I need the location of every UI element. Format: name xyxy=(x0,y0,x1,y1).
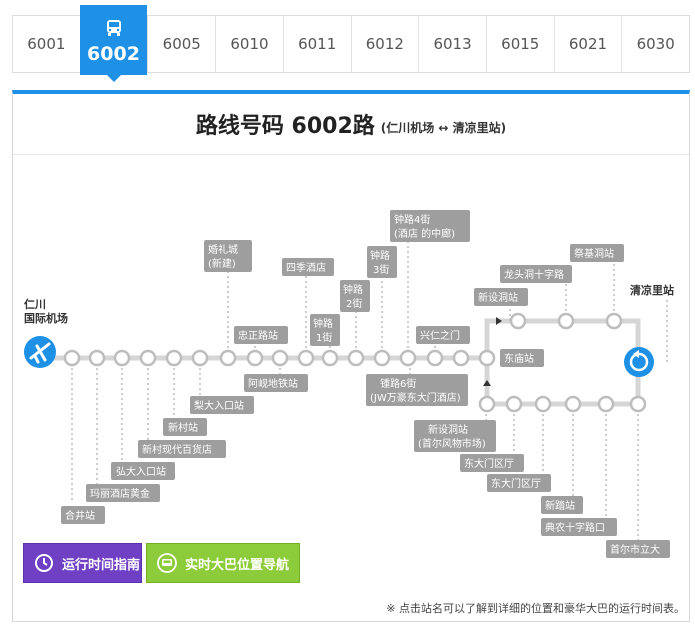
station-dot[interactable] xyxy=(629,395,647,413)
svg-text:(酒店 的中廊): (酒店 的中廊) xyxy=(394,227,455,240)
timetable-button[interactable]: 运行时间指南 xyxy=(23,543,142,583)
station-label-s9[interactable]: 阿岘地铁站 xyxy=(244,374,308,392)
realtime-bus-button[interactable]: 实时大巴位置导航 xyxy=(146,543,300,583)
station-dot[interactable] xyxy=(297,349,315,367)
station-dot[interactable] xyxy=(478,395,496,413)
station-label-s18[interactable]: 新设洞站 xyxy=(474,288,528,306)
station-label-s10[interactable]: 四季酒店 xyxy=(282,258,334,276)
station-dot[interactable] xyxy=(271,349,289,367)
station-label-s1[interactable]: 合井站 xyxy=(61,506,105,524)
clock-icon xyxy=(34,553,54,573)
station-dot[interactable] xyxy=(373,349,391,367)
svg-text:祭基洞站: 祭基洞站 xyxy=(574,247,614,260)
station-dot[interactable] xyxy=(478,349,496,367)
station-dot[interactable] xyxy=(564,395,582,413)
svg-text:阿岘地铁站: 阿岘地铁站 xyxy=(248,377,298,390)
svg-text:兴仁之门: 兴仁之门 xyxy=(420,329,460,342)
svg-text:2街: 2街 xyxy=(346,297,362,310)
airplane-icon[interactable] xyxy=(24,336,56,368)
svg-text:忠正路站: 忠正路站 xyxy=(238,329,278,342)
station-dot[interactable] xyxy=(139,349,157,367)
svg-text:东大门区厅: 东大门区厅 xyxy=(464,457,514,470)
station-label-s3[interactable]: 弘大入口站 xyxy=(111,462,175,480)
svg-text:新设洞站: 新设洞站 xyxy=(428,423,468,436)
svg-text:(新建): (新建) xyxy=(208,257,236,270)
station-label-s21[interactable]: 新设洞站(首尔风物市场) xyxy=(414,420,496,452)
svg-text:婚礼城: 婚礼城 xyxy=(208,243,238,256)
svg-text:首尔市立大: 首尔市立大 xyxy=(610,543,660,556)
station-label-s5[interactable]: 新村站 xyxy=(163,418,207,436)
station-dot[interactable] xyxy=(246,349,264,367)
station-dot[interactable] xyxy=(452,349,470,367)
svg-text:锺路6街: 锺路6街 xyxy=(380,377,416,390)
station-label-s24[interactable]: 新踏站 xyxy=(541,496,583,514)
station-dot[interactable] xyxy=(321,349,339,367)
station-dot[interactable] xyxy=(557,312,575,330)
svg-text:(JW万豪东大门酒店): (JW万豪东大门酒店) xyxy=(370,391,461,404)
station-label-s8[interactable]: 忠正路站 xyxy=(234,326,288,344)
station-dot[interactable] xyxy=(605,312,623,330)
station-dot[interactable] xyxy=(347,349,365,367)
station-dot[interactable] xyxy=(219,349,237,367)
station-label-s17[interactable]: 东庙站 xyxy=(500,349,544,367)
station-label-s26[interactable]: 首尔市立大 xyxy=(606,540,670,558)
loop-arrow-icon[interactable] xyxy=(624,347,654,377)
svg-text:新设洞站: 新设洞站 xyxy=(478,291,518,304)
svg-text:3街: 3街 xyxy=(373,263,389,276)
svg-text:东大门区厅: 东大门区厅 xyxy=(491,477,541,490)
svg-text:合井站: 合井站 xyxy=(65,509,95,522)
station-dot[interactable] xyxy=(165,349,183,367)
svg-text:四季酒店: 四季酒店 xyxy=(286,261,326,274)
svg-text:弘大入口站: 弘大入口站 xyxy=(116,465,166,478)
svg-text:玛丽酒店黄金: 玛丽酒店黄金 xyxy=(90,487,150,500)
footnote: ※ 点击站名可以了解到详细的位置和豪华大巴的运行时间表。 xyxy=(386,602,685,615)
station-label-s22[interactable]: 东大门区厅 xyxy=(460,454,524,472)
svg-text:(首尔风物市场): (首尔风物市场) xyxy=(418,437,486,450)
start-terminal-line2[interactable]: 国际机场 xyxy=(24,311,68,325)
station-label-s14[interactable]: 钟路4街(酒店 的中廊) xyxy=(390,210,470,242)
station-label-s19[interactable]: 龙头洞十字路 xyxy=(500,265,572,283)
station-dot[interactable] xyxy=(505,395,523,413)
station-label-s4[interactable]: 新村现代百货店 xyxy=(138,440,226,458)
bus-badge-icon xyxy=(157,553,177,573)
station-label-s16[interactable]: 兴仁之门 xyxy=(416,326,470,344)
station-label-s23[interactable]: 东大门区厅 xyxy=(487,474,551,492)
svg-text:新踏站: 新踏站 xyxy=(545,499,575,512)
start-terminal-line1[interactable]: 仁川 xyxy=(24,297,46,311)
svg-text:龙头洞十字路: 龙头洞十字路 xyxy=(504,268,564,281)
station-label-s15[interactable]: 锺路6街(JW万豪东大门酒店) xyxy=(366,374,468,406)
svg-text:钟路: 钟路 xyxy=(313,317,333,330)
station-dot[interactable] xyxy=(426,349,444,367)
svg-text:典农十字路口: 典农十字路口 xyxy=(545,521,605,534)
station-label-s20[interactable]: 祭基洞站 xyxy=(570,244,624,262)
end-terminal[interactable]: 清凉里站 xyxy=(630,283,674,297)
svg-text:钟路4街: 钟路4街 xyxy=(394,213,430,226)
timetable-button-label: 运行时间指南 xyxy=(62,557,141,573)
svg-text:东庙站: 东庙站 xyxy=(504,352,534,365)
station-dot[interactable] xyxy=(399,349,417,367)
svg-text:钟路: 钟路 xyxy=(343,283,363,296)
station-label-s11[interactable]: 钟路1街 xyxy=(310,314,340,346)
station-label-s2[interactable]: 玛丽酒店黄金 xyxy=(86,484,160,502)
svg-text:钟路: 钟路 xyxy=(370,249,390,262)
svg-text:新村现代百货店: 新村现代百货店 xyxy=(142,443,212,456)
station-dot[interactable] xyxy=(88,349,106,367)
station-label-s13[interactable]: 钟路3街 xyxy=(367,246,397,278)
station-dot[interactable] xyxy=(509,312,527,330)
station-label-s25[interactable]: 典农十字路口 xyxy=(541,518,617,536)
station-dot[interactable] xyxy=(191,349,209,367)
realtime-bus-button-label: 实时大巴位置导航 xyxy=(185,557,290,573)
station-label-s7[interactable]: 婚礼城(新建) xyxy=(204,240,252,272)
route-map: .line{stroke:#d6d6d6;stroke-width:5;fill… xyxy=(24,210,674,558)
station-label-s6[interactable]: 梨大入口站 xyxy=(190,396,254,414)
station-dot[interactable] xyxy=(597,395,615,413)
svg-text:新村站: 新村站 xyxy=(168,421,198,434)
svg-text:1街: 1街 xyxy=(316,331,332,344)
station-dot[interactable] xyxy=(63,349,81,367)
station-dot[interactable] xyxy=(534,395,552,413)
svg-text:梨大入口站: 梨大入口站 xyxy=(194,399,244,412)
station-dot[interactable] xyxy=(113,349,131,367)
station-label-s12[interactable]: 钟路2街 xyxy=(340,280,370,312)
